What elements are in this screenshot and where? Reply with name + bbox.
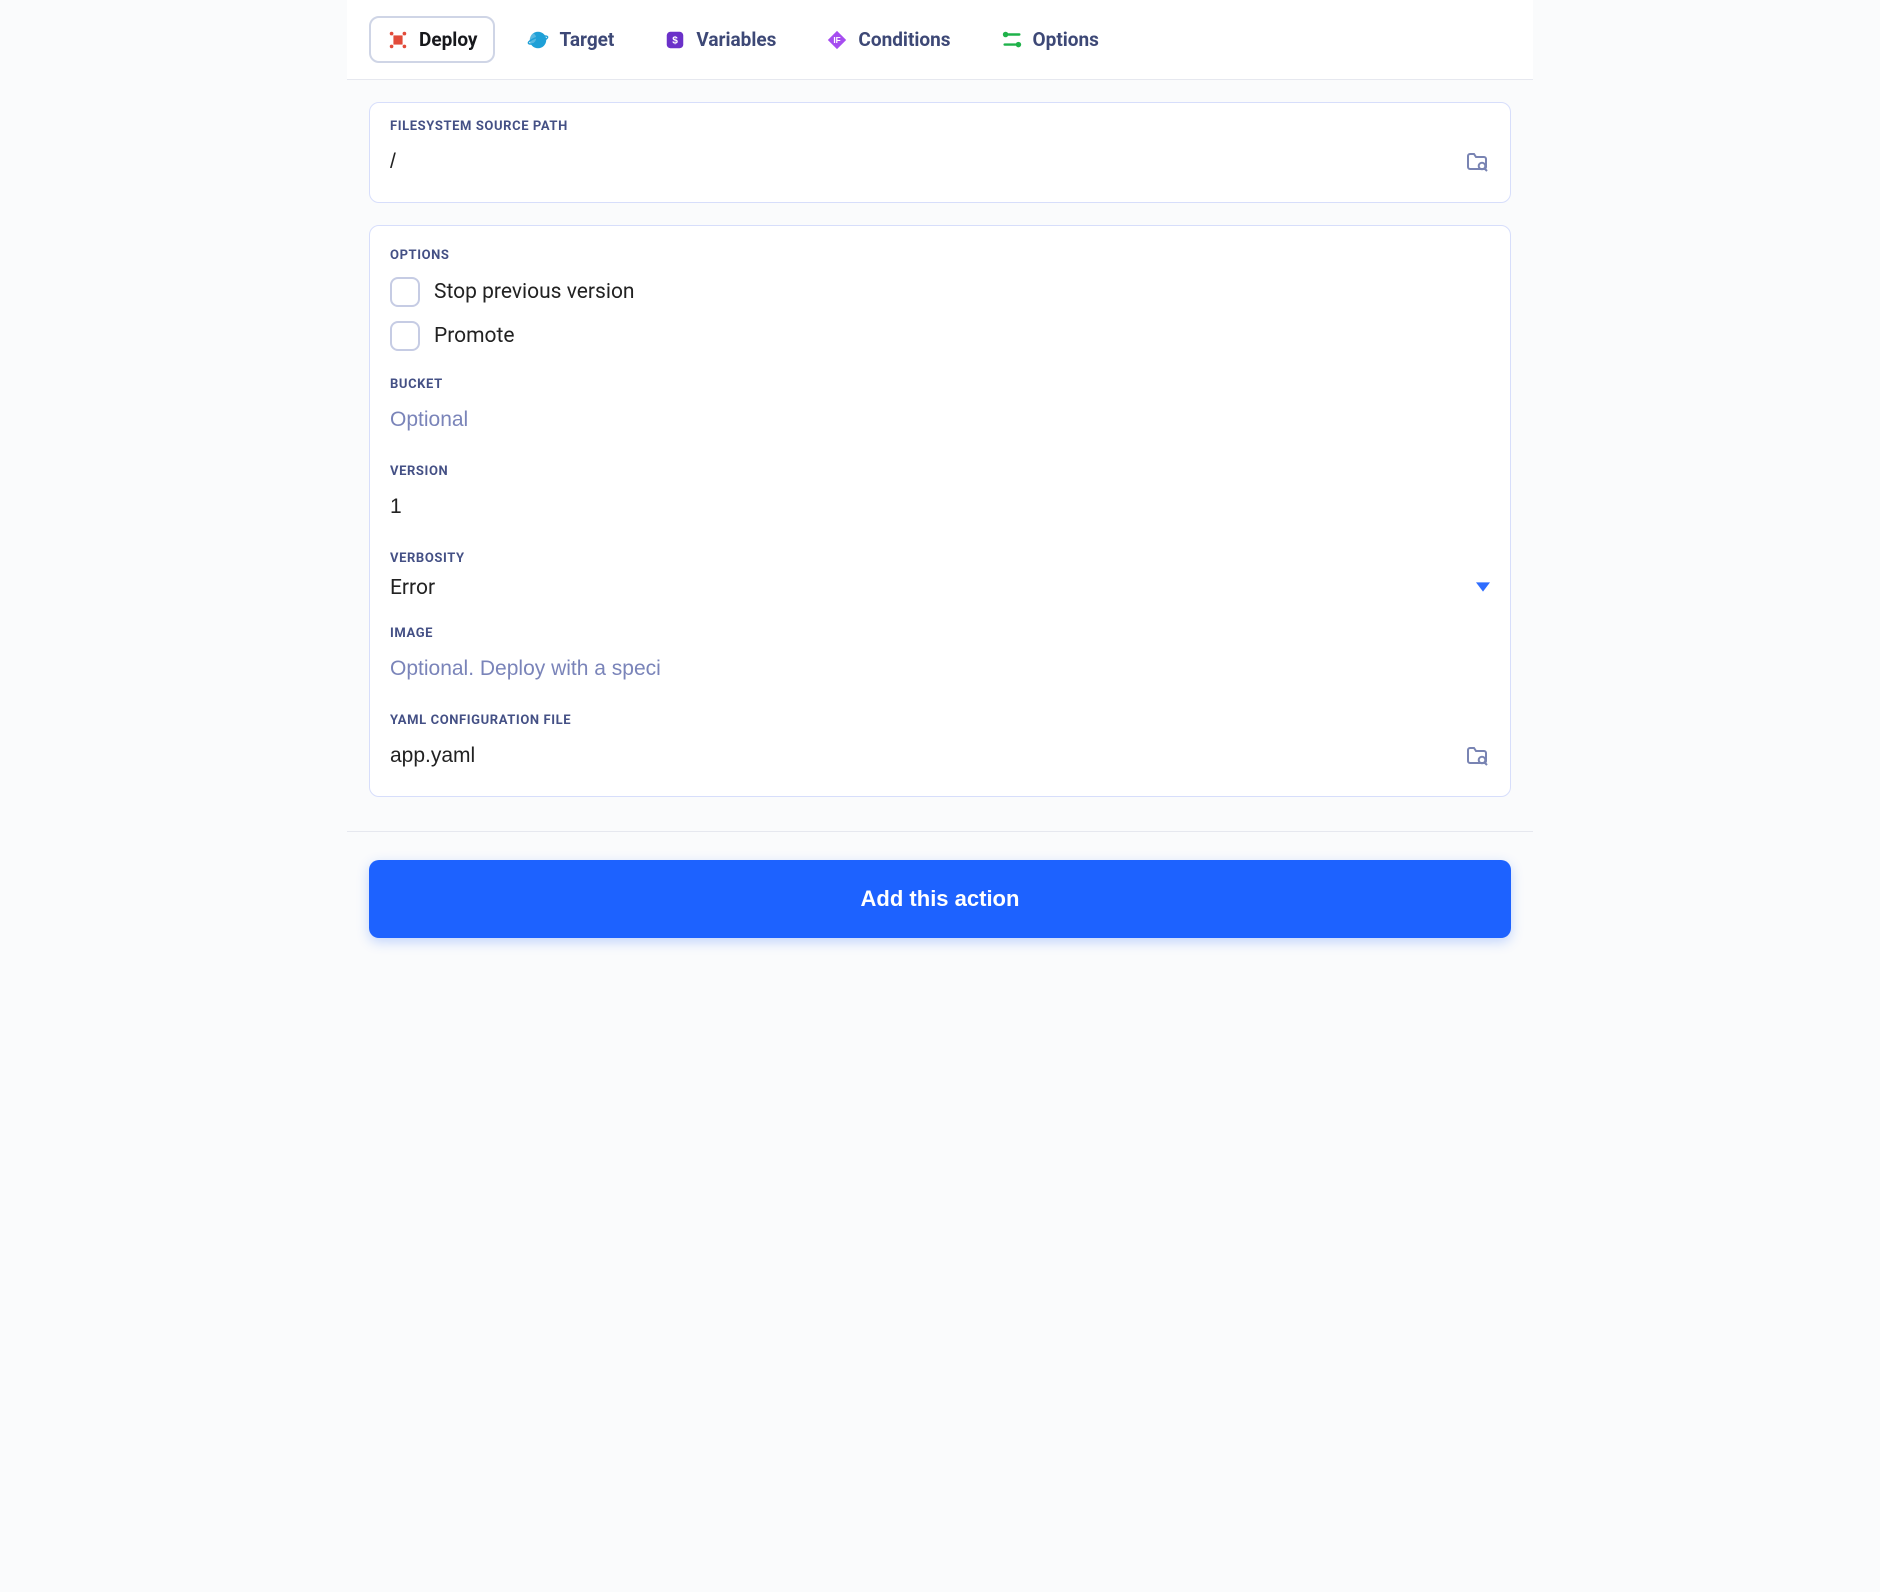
- chevron-down-icon: [1476, 580, 1490, 596]
- image-block: IMAGE: [390, 626, 1490, 687]
- bucket-label: BUCKET: [390, 377, 1490, 392]
- tab-conditions-label: Conditions: [858, 28, 950, 51]
- page: Deploy Target $ Variables: [347, 0, 1533, 966]
- stop-previous-label: Stop previous version: [434, 280, 635, 304]
- footer: Add this action: [347, 831, 1533, 966]
- version-label: VERSION: [390, 464, 1490, 479]
- yaml-row: [390, 738, 1490, 774]
- bucket-input[interactable]: [390, 402, 661, 438]
- svg-text:IF: IF: [834, 35, 841, 44]
- source-path-row: [390, 144, 1490, 180]
- tab-conditions[interactable]: IF Conditions: [808, 16, 968, 63]
- options-label: OPTIONS: [390, 248, 1490, 263]
- verbosity-select[interactable]: Error: [390, 576, 1490, 600]
- tab-deploy[interactable]: Deploy: [369, 16, 495, 63]
- options-icon: [1001, 29, 1023, 51]
- tab-target[interactable]: Target: [509, 16, 632, 63]
- tab-variables[interactable]: $ Variables: [646, 16, 794, 63]
- version-input[interactable]: [390, 489, 661, 525]
- variables-icon: $: [664, 29, 686, 51]
- tabs-bar: Deploy Target $ Variables: [347, 0, 1533, 80]
- source-path-input[interactable]: [390, 144, 1450, 180]
- target-icon: [527, 29, 549, 51]
- source-path-section: FILESYSTEM SOURCE PATH: [369, 102, 1511, 203]
- tab-variables-label: Variables: [696, 28, 776, 51]
- svg-text:$: $: [673, 35, 679, 46]
- yaml-block: YAML CONFIGURATION FILE: [390, 713, 1490, 774]
- options-block: OPTIONS Stop previous version Promote: [390, 248, 1490, 351]
- bucket-block: BUCKET: [390, 377, 1490, 438]
- version-block: VERSION: [390, 464, 1490, 525]
- deploy-icon: [387, 29, 409, 51]
- verbosity-block: VERBOSITY Error: [390, 551, 1490, 600]
- browse-folder-icon[interactable]: [1464, 150, 1490, 174]
- image-label: IMAGE: [390, 626, 1490, 641]
- tab-options-label: Options: [1033, 28, 1099, 51]
- browse-folder-icon[interactable]: [1464, 744, 1490, 768]
- verbosity-label: VERBOSITY: [390, 551, 1490, 566]
- tab-target-label: Target: [559, 28, 614, 51]
- yaml-input[interactable]: [390, 738, 1450, 774]
- source-path-label: FILESYSTEM SOURCE PATH: [390, 119, 1490, 134]
- conditions-icon: IF: [826, 29, 848, 51]
- tab-options[interactable]: Options: [983, 16, 1117, 63]
- stop-previous-row: Stop previous version: [390, 277, 1490, 307]
- tab-deploy-label: Deploy: [419, 28, 477, 51]
- verbosity-value: Error: [390, 576, 1476, 600]
- promote-checkbox[interactable]: [390, 321, 420, 351]
- add-action-button[interactable]: Add this action: [369, 860, 1511, 938]
- image-input[interactable]: [390, 651, 661, 687]
- options-section: OPTIONS Stop previous version Promote BU…: [369, 225, 1511, 797]
- yaml-label: YAML CONFIGURATION FILE: [390, 713, 1490, 728]
- promote-label: Promote: [434, 324, 515, 348]
- stop-previous-checkbox[interactable]: [390, 277, 420, 307]
- promote-row: Promote: [390, 321, 1490, 351]
